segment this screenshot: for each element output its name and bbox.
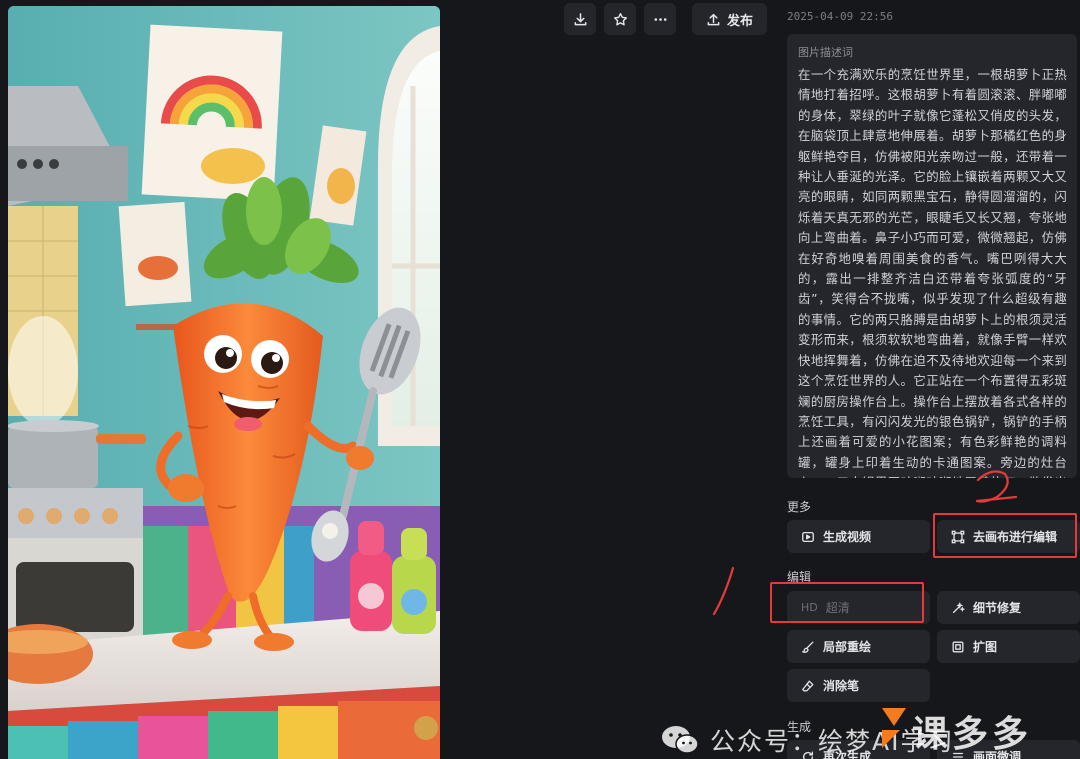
annotation-mark-1 [712,566,735,616]
annotation-box-1 [770,582,924,623]
local-repaint-button[interactable]: 局部重绘 [787,630,930,663]
more-button[interactable] [644,3,676,35]
generated-image[interactable] [8,6,440,759]
magic-wand-icon [952,601,965,613]
outpaint-label: 扩图 [973,640,998,654]
brush-icon [802,641,814,653]
eraser-icon [802,680,814,691]
brand-text: 课多多 [912,714,1032,755]
star-icon [613,12,627,25]
outpaint-button[interactable]: 扩图 [937,630,1080,663]
download-button[interactable] [564,3,596,35]
prompt-description-panel[interactable]: 图片描述词 在一个充满欢乐的烹饪世界里，一根胡萝卜正热情地打着招呼。这根胡萝卜有… [787,34,1077,478]
description-text: 在一个充满欢乐的烹饪世界里，一根胡萝卜正热情地打着招呼。这根胡萝卜有着圆滚滚、胖… [798,67,1067,478]
publish-label: 发布 [727,13,754,29]
eraser-label: 消除笔 [823,679,860,693]
annotation-box-2 [933,513,1077,558]
expand-icon [952,641,964,652]
carrot-chef-illustration [8,6,440,759]
publish-button[interactable]: 发布 [692,3,768,35]
section-more-title: 更多 [787,500,812,514]
image-toolbar: 发布 [564,3,768,35]
download-icon [574,12,586,25]
favorite-button[interactable] [604,3,636,35]
video-icon [802,531,814,542]
detail-repair-button[interactable]: 细节修复 [937,591,1080,624]
upload-icon [707,13,720,25]
local-repaint-label: 局部重绘 [823,640,872,654]
wechat-icon [662,726,699,754]
detail-repair-label: 细节修复 [973,601,1022,615]
brand-logo: 课多多 [882,708,1032,755]
eraser-button[interactable]: 消除笔 [787,669,930,702]
ellipsis-icon [654,17,666,21]
generate-video-label: 生成视频 [823,530,872,544]
description-label: 图片描述词 [798,46,853,59]
generate-video-button[interactable]: 生成视频 [787,520,930,553]
timestamp: 2025-04-09 22:56 [787,10,893,23]
